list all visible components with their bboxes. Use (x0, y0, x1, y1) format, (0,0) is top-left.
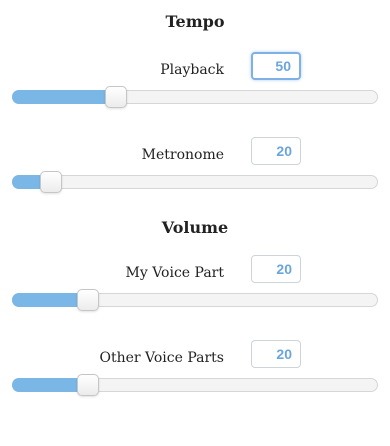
metronome-slider-thumb[interactable] (39, 171, 62, 193)
metronome-value-input[interactable] (251, 137, 301, 165)
metronome-label: Metronome (141, 147, 224, 163)
playback-label: Playback (160, 62, 224, 78)
my-voice-part-slider[interactable] (12, 289, 378, 311)
playback-slider-thumb[interactable] (104, 86, 127, 108)
my-voice-part-control: My Voice Part (0, 255, 390, 325)
playback-slider[interactable] (12, 86, 378, 108)
other-voice-parts-control: Other Voice Parts (0, 340, 390, 410)
metronome-slider[interactable] (12, 171, 378, 193)
metronome-control: Metronome (0, 137, 390, 207)
playback-value-input[interactable] (251, 52, 301, 80)
metronome-slider-track (12, 175, 378, 189)
other-voice-parts-label: Other Voice Parts (99, 350, 225, 366)
volume-heading: Volume (161, 218, 229, 237)
other-voice-parts-value-input[interactable] (251, 340, 301, 368)
my-voice-part-label: My Voice Part (125, 265, 224, 281)
other-voice-parts-slider[interactable] (12, 374, 378, 396)
other-voice-parts-slider-thumb[interactable] (77, 374, 100, 396)
playback-control: Playback (0, 52, 390, 122)
tempo-heading: Tempo (165, 12, 225, 31)
my-voice-part-value-input[interactable] (251, 255, 301, 283)
playback-slider-fill (12, 90, 116, 104)
my-voice-part-slider-thumb[interactable] (77, 289, 100, 311)
